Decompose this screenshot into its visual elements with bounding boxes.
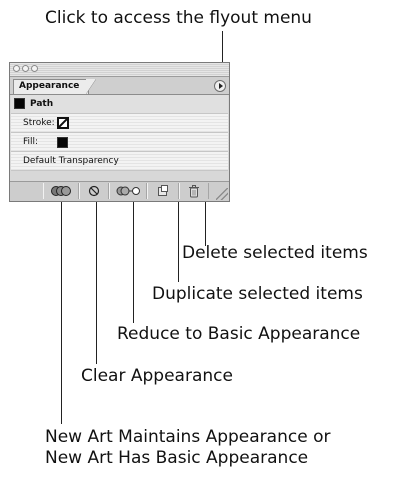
callout-new-art-line2: New Art Has Basic Appearance	[45, 448, 309, 468]
panel-titlebar[interactable]	[10, 63, 229, 77]
trash-icon	[189, 185, 199, 198]
panel-tab-row: Appearance	[10, 77, 229, 95]
fill-black-swatch-icon[interactable]	[57, 137, 68, 148]
path-row[interactable]: Path	[11, 95, 228, 114]
callout-new-art-line1: New Art Maintains Appearance or	[45, 427, 331, 447]
leader-line-new-art	[61, 202, 62, 424]
zoom-window-icon[interactable]	[31, 65, 38, 72]
path-label: Path	[30, 99, 54, 109]
close-window-icon[interactable]	[13, 65, 20, 72]
appearance-panel: Appearance Path Stroke: Fill: Default Tr…	[9, 62, 230, 202]
leader-line-reduce	[133, 202, 134, 323]
clear-appearance-button[interactable]	[79, 183, 109, 199]
resize-grip-icon[interactable]	[216, 188, 228, 200]
callout-clear-appearance: Clear Appearance	[81, 366, 233, 386]
callout-duplicate-selected: Duplicate selected items	[152, 284, 363, 304]
clear-appearance-icon	[88, 185, 100, 197]
tab-appearance[interactable]: Appearance	[13, 79, 96, 94]
fill-row[interactable]: Fill:	[11, 133, 228, 152]
leader-line-duplicate	[178, 202, 179, 282]
callout-flyout-menu: Click to access the flyout menu	[45, 8, 312, 28]
callout-delete-selected: Delete selected items	[182, 243, 368, 263]
transparency-label: Default Transparency	[23, 156, 119, 166]
reduce-to-basic-icon	[116, 186, 140, 196]
transparency-row[interactable]: Default Transparency	[11, 152, 228, 171]
flyout-menu-icon[interactable]	[214, 80, 226, 92]
delete-item-button[interactable]	[179, 183, 209, 199]
stroke-label: Stroke:	[23, 118, 55, 128]
panel-button-bar	[10, 181, 229, 201]
new-art-appearance-button[interactable]	[43, 183, 79, 199]
duplicate-item-icon	[158, 185, 168, 196]
reduce-to-basic-button[interactable]	[109, 183, 147, 199]
duplicate-item-button[interactable]	[147, 183, 179, 199]
new-art-appearance-icon	[51, 186, 71, 196]
leader-line-delete	[205, 202, 206, 246]
stroke-row[interactable]: Stroke:	[11, 114, 228, 133]
minimize-window-icon[interactable]	[22, 65, 29, 72]
callout-reduce-basic: Reduce to Basic Appearance	[117, 324, 361, 344]
leader-line-clear	[96, 202, 97, 364]
stroke-none-swatch-icon[interactable]	[57, 117, 69, 129]
path-swatch-icon	[14, 98, 25, 109]
fill-label: Fill:	[23, 137, 39, 147]
